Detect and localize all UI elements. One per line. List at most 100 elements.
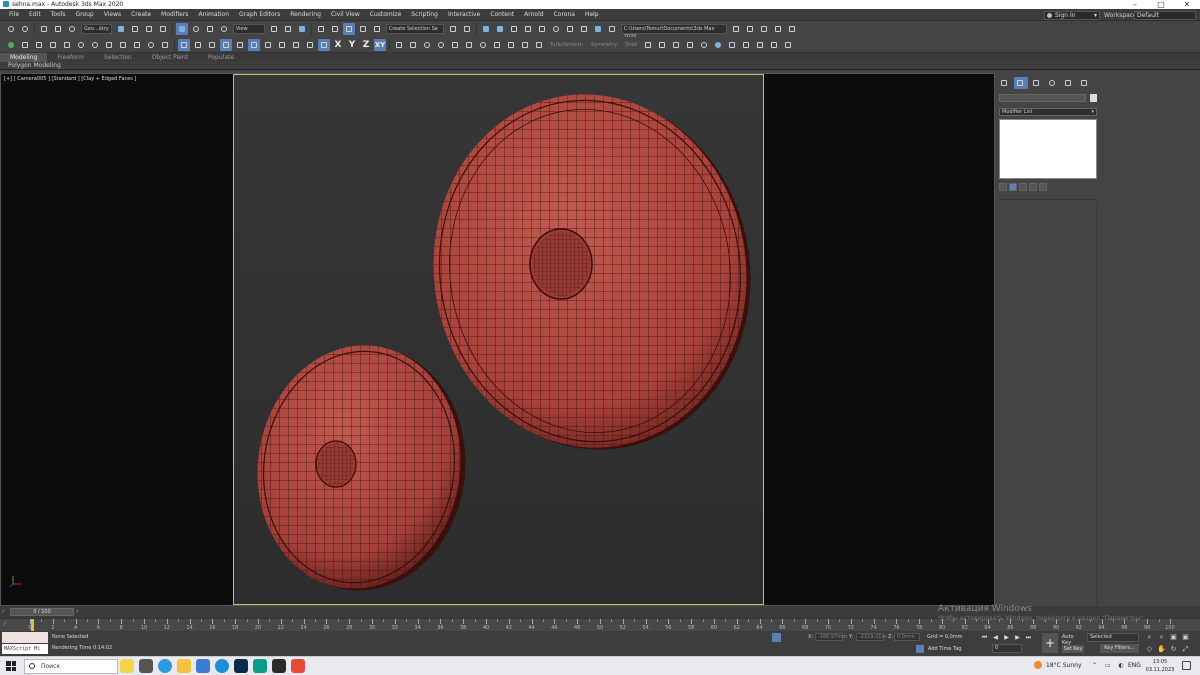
quick-align-icon[interactable] [117,39,129,51]
box-icon[interactable] [393,39,405,51]
undo-icon[interactable] [5,23,17,35]
angle-snap-icon[interactable] [329,23,341,35]
shape-icon[interactable] [61,39,73,51]
menu-item-interactive[interactable]: Interactive [443,9,485,21]
set-key-button[interactable]: Set Key [1062,645,1084,653]
corona-decal-icon[interactable] [754,39,766,51]
move-icon[interactable] [175,23,188,35]
mail-icon[interactable] [196,659,210,673]
corona-light-icon[interactable] [670,39,682,51]
next-frame-icon[interactable]: ▶ [1013,633,1022,642]
cylinder-icon[interactable] [421,39,433,51]
ribbon-tab-object-paint[interactable]: Object Paint [142,53,198,62]
geosphere-icon[interactable] [477,39,489,51]
display-tab-icon[interactable] [1062,77,1076,89]
key-filters-button[interactable]: Key Filters... [1100,644,1139,653]
zoom-icon[interactable]: ⌕ [1145,633,1154,642]
corona-sun-icon[interactable] [698,39,710,51]
telegram-icon[interactable] [215,659,229,673]
unlink-icon[interactable] [52,23,64,35]
workspace-select[interactable]: Default [1134,11,1196,20]
close-button[interactable]: ✕ [1174,0,1200,9]
modify-tab-icon[interactable] [1014,77,1028,89]
go-to-start-icon[interactable]: ⏮ [980,633,989,642]
menu-item-content[interactable]: Content [485,9,519,21]
plane-icon[interactable] [407,39,419,51]
turbosmooth-icon[interactable] [533,39,545,51]
tray-icons[interactable]: ⌃ ▭ ◐ [1092,662,1127,669]
reference-coord-select[interactable]: View [232,24,265,34]
menu-item-tools[interactable]: Tools [46,9,71,21]
render-setup-icon[interactable] [564,23,576,35]
swift-loop-icon[interactable] [248,38,260,51]
language-indicator[interactable]: ENG [1128,662,1141,669]
menu-item-scripting[interactable]: Scripting [406,9,443,21]
schematic-view-icon[interactable] [536,23,548,35]
edit-named-selection-icon[interactable] [371,23,383,35]
set-key-mode-icon[interactable]: + [1042,633,1058,653]
create-tab-icon[interactable] [998,77,1012,89]
maximize-viewport-icon[interactable]: ⤢ [1181,645,1190,654]
small-disc-mesh[interactable] [242,332,481,604]
z-coord-field[interactable]: 0,0mm [894,633,920,641]
window-crossing-icon[interactable] [157,23,169,35]
prev-frame-arrow-icon[interactable]: ‹ [2,608,4,615]
selection-filter-select[interactable]: Geo...ätry [81,24,112,34]
render-icon[interactable] [592,23,604,35]
percent-snap-icon[interactable] [342,23,355,35]
menu-item-edit[interactable]: Edit [24,9,46,21]
mirror-icon[interactable] [447,23,459,35]
menu-item-file[interactable]: File [4,9,24,21]
object-color-swatch[interactable] [1090,94,1097,102]
zoom-extents-icon[interactable]: ▣ [1169,633,1178,642]
menu-item-help[interactable]: Help [580,9,604,21]
corona-scatter-icon[interactable] [740,39,752,51]
play-icon[interactable]: ▶ [1002,633,1011,642]
zoom-extents-all-icon[interactable]: ▣ [1181,633,1190,642]
project-folder-select[interactable]: C:\Users\Temur\Documents\3ds Max 2020 [620,24,727,40]
border-mode-icon[interactable] [206,39,218,51]
remove-modifier-icon[interactable] [1029,183,1037,191]
axis-xy-button[interactable]: XY [374,38,386,51]
shell-label[interactable]: Shell [625,42,637,48]
windows-start-icon[interactable] [6,661,16,671]
viewport-label[interactable]: [+] [ Camera005 ] [Standard ] [Clay + Ed… [4,76,136,82]
menu-item-animation[interactable]: Animation [193,9,234,21]
cut-icon[interactable] [262,39,274,51]
link-icon[interactable] [38,23,50,35]
widgets-icon[interactable] [120,659,134,673]
file-explorer-icon[interactable] [177,659,191,673]
torus-icon[interactable] [89,39,101,51]
maximize-button[interactable]: □ [1148,0,1174,9]
corona-tools-icon[interactable] [782,39,794,51]
axis-x-button[interactable]: X [332,39,344,51]
rotate-icon[interactable] [190,23,202,35]
scene-explorer-icon[interactable] [480,23,492,35]
task-view-icon[interactable] [139,659,153,673]
add-time-tag[interactable]: Add Time Tag [928,646,962,652]
viewport[interactable]: [+] [ Camera005 ] [Standard ] [Clay + Ed… [0,73,995,606]
modifier-stack[interactable] [999,119,1097,179]
pivot-center-icon[interactable] [268,23,280,35]
align-icon[interactable] [461,23,473,35]
menu-item-graph-editors[interactable]: Graph Editors [234,9,285,21]
project-folder-icon[interactable] [730,23,742,35]
taskbar-search[interactable]: Поиск [24,659,118,674]
cone-icon[interactable] [463,39,475,51]
menu-item-customize[interactable]: Customize [365,9,407,21]
sign-in-dropdown[interactable]: Sign In ▾ [1044,11,1100,20]
safe-frame[interactable] [233,74,764,605]
isolate-icon[interactable] [159,39,171,51]
select-by-name-icon[interactable] [129,23,141,35]
auto-key-button[interactable]: Auto Key [1062,634,1084,646]
app-icon[interactable] [272,659,286,673]
configure-sets-icon[interactable] [1039,183,1047,191]
current-frame-field[interactable]: 0 [992,644,1022,653]
vertex-mode-icon[interactable] [178,38,190,51]
ribbon-toggle-icon[interactable] [508,23,520,35]
maxscript-listener-output[interactable] [2,632,48,643]
modifier-list-dropdown[interactable]: Modifier List ▾ [999,108,1097,116]
track-bar-menu-icon[interactable]: ⁄ [4,621,5,628]
maxscript-mini-listener[interactable]: MAXScript Mi [2,644,48,654]
scale-icon[interactable] [204,23,216,35]
